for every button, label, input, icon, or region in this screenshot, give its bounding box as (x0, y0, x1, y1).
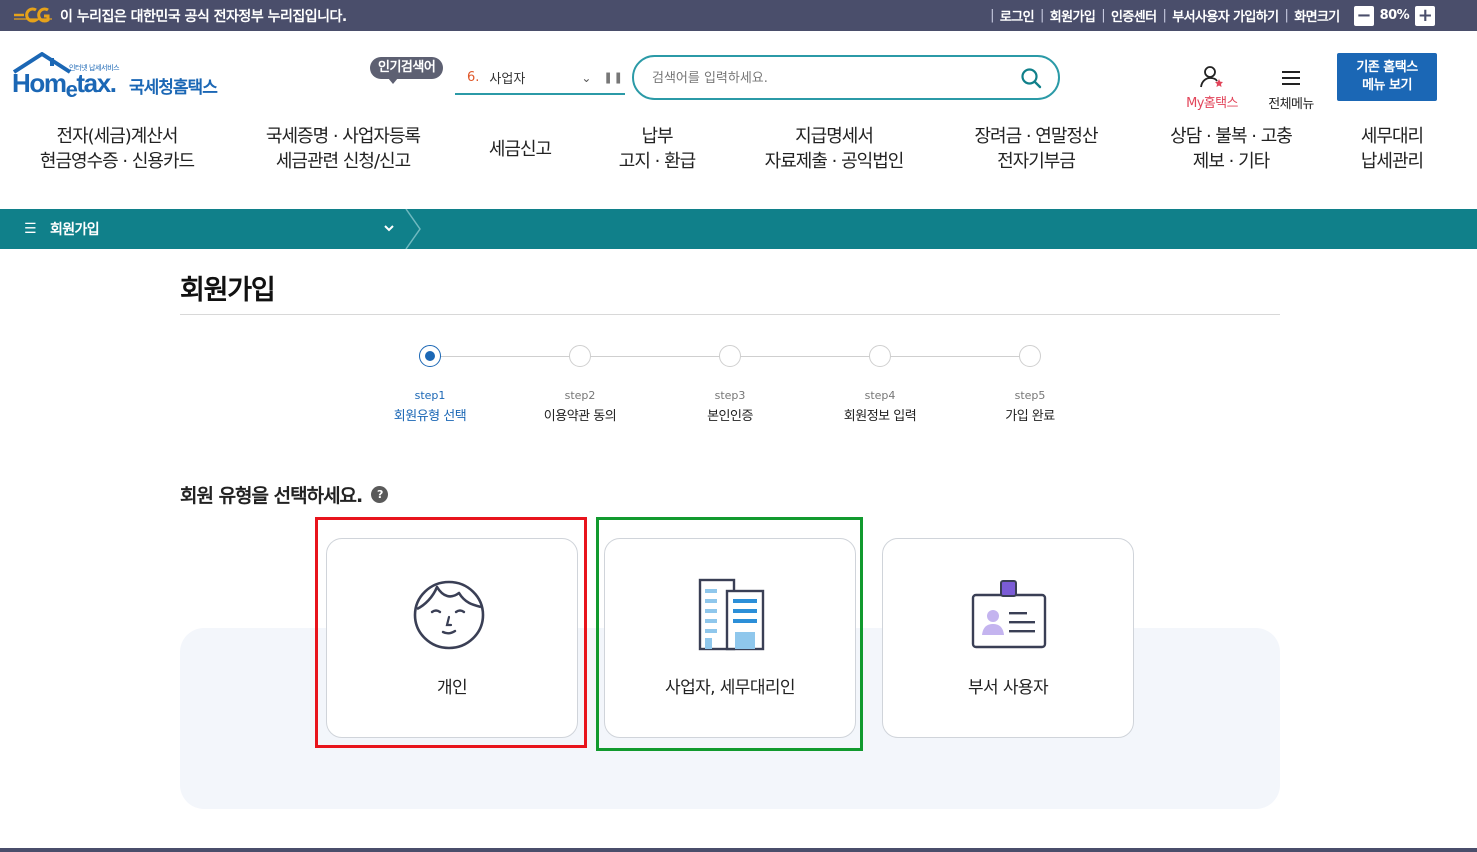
login-link[interactable]: 로그인 (1000, 6, 1035, 25)
legacy-menu-button[interactable]: 기존 홈택스 메뉴 보기 (1337, 53, 1437, 101)
location-dropdown[interactable]: ☰ 회원가입 (0, 209, 408, 249)
search-box (632, 55, 1060, 100)
building-icon (698, 578, 765, 651)
card-label: 부서 사용자 (967, 678, 1049, 698)
all-menu-button[interactable]: 전체메뉴 (1262, 66, 1320, 112)
footer-edge (0, 848, 1477, 852)
title-divider (180, 314, 1280, 315)
hamburger-icon (1282, 71, 1300, 85)
popular-keyword[interactable]: 사업자 (489, 68, 581, 87)
zoom-in-button[interactable]: + (1415, 5, 1435, 26)
card-label: 개인 (436, 678, 468, 698)
hometax-logo[interactable]: 인터넷 납세서비스 Hometax. 국세청홈택스 (12, 52, 232, 102)
gnb-item-tax-filing[interactable]: 세금신고 (489, 137, 552, 162)
my-hometax-label: My홈택스 (1186, 96, 1238, 111)
gnb-item-tax-agent[interactable]: 세무대리 납세관리 (1361, 124, 1424, 174)
step-indicator (1019, 345, 1041, 367)
step-1: step1 회원유형 선택 (355, 340, 505, 424)
step-indicator (869, 345, 891, 367)
logo-brand-rest: tax. (76, 68, 117, 98)
gnb-item-consult[interactable]: 상담 · 불복 · 고충 제보 · 기타 (1170, 124, 1293, 174)
step-indicator (569, 345, 591, 367)
member-type-individual-card[interactable]: 개인 (326, 538, 578, 738)
menu-icon: ☰ (24, 221, 37, 237)
egov-logo-icon (14, 7, 52, 23)
my-hometax-button[interactable]: My홈택스 (1180, 64, 1244, 111)
popular-rank: 6. (467, 70, 480, 85)
location-bar: ☰ 회원가입 (0, 209, 1477, 249)
logo-brand-e: e (65, 77, 78, 102)
gnb-item-statements[interactable]: 지급명세서 자료제출 · 공익법인 (765, 124, 905, 174)
all-menu-label: 전체메뉴 (1268, 97, 1314, 112)
help-icon[interactable]: ? (371, 486, 389, 503)
main-navigation: 전자(세금)계산서 현금영수증 · 신용카드 국세증명 · 사업자등록 세금관련 신… (0, 124, 1477, 180)
breadcrumb-separator-icon (405, 209, 421, 249)
page-title: 회원가입 (180, 275, 276, 306)
gov-banner: 이 누리집은 대한민국 공식 전자정부 누리집입니다. | 로그인 | 회원가입… (0, 0, 1477, 31)
popular-keywords-badge: 인기검색어 (370, 57, 444, 84)
gov-banner-text: 이 누리집은 대한민국 공식 전자정부 누리집입니다. (60, 9, 347, 25)
screen-size-label: 화면크기 (1294, 10, 1340, 25)
pause-icon[interactable]: ❚❚ (603, 71, 623, 84)
zoom-out-button[interactable]: − (1353, 5, 1374, 26)
popular-keyword-ticker[interactable]: 6. 사업자 ⌄ ❚❚ (455, 62, 625, 95)
utility-links: | 로그인 | 회원가입 | 인증센터 | 부서사용자 가입하기 | 화면크기 … (984, 0, 1439, 31)
step-4: step4 회원정보 입력 (805, 340, 955, 424)
gnb-item-certificate[interactable]: 국세증명 · 사업자등록 세금관련 신청/신고 (266, 124, 421, 174)
step-indicator (719, 345, 741, 367)
card-label: 사업자, 세무대리인 (665, 678, 796, 698)
member-type-business-card[interactable]: 사업자, 세무대리인 (604, 538, 856, 738)
gnb-item-incentive[interactable]: 장려금 · 연말정산 전자기부금 (974, 124, 1098, 174)
chevron-down-icon (384, 225, 394, 232)
logo-brand-korean: 국세청홈택스 (129, 78, 218, 98)
member-type-heading: 회원 유형을 선택하세요. ? (180, 481, 389, 508)
signup-link[interactable]: 회원가입 (1050, 6, 1096, 25)
search-icon[interactable] (1020, 67, 1042, 89)
signup-steps: step1 회원유형 선택 step2 이용약관 동의 step3 본인인증 s… (380, 340, 1080, 430)
id-badge-icon (971, 580, 1047, 649)
step-3: step3 본인인증 (655, 340, 805, 424)
step-indicator (419, 345, 441, 367)
gnb-item-payment[interactable]: 납부 고지 · 환급 (619, 124, 696, 174)
step-2: step2 이용약관 동의 (505, 340, 655, 424)
cert-center-link[interactable]: 인증센터 (1111, 6, 1157, 25)
user-icon (1200, 66, 1223, 88)
member-type-dept-user-card[interactable]: 부서 사용자 (882, 538, 1134, 738)
logo-brand-main: Hom (12, 68, 67, 98)
chevron-down-icon[interactable]: ⌄ (581, 71, 591, 85)
zoom-value: 80% (1379, 8, 1410, 23)
face-icon (413, 580, 485, 650)
step-5: step5 가입 완료 (955, 340, 1105, 424)
search-input[interactable] (652, 67, 1012, 89)
location-current: 회원가입 (49, 222, 100, 238)
dept-user-signup-link[interactable]: 부서사용자 가입하기 (1172, 6, 1279, 25)
gnb-item-e-invoice[interactable]: 전자(세금)계산서 현금영수증 · 신용카드 (40, 124, 195, 174)
